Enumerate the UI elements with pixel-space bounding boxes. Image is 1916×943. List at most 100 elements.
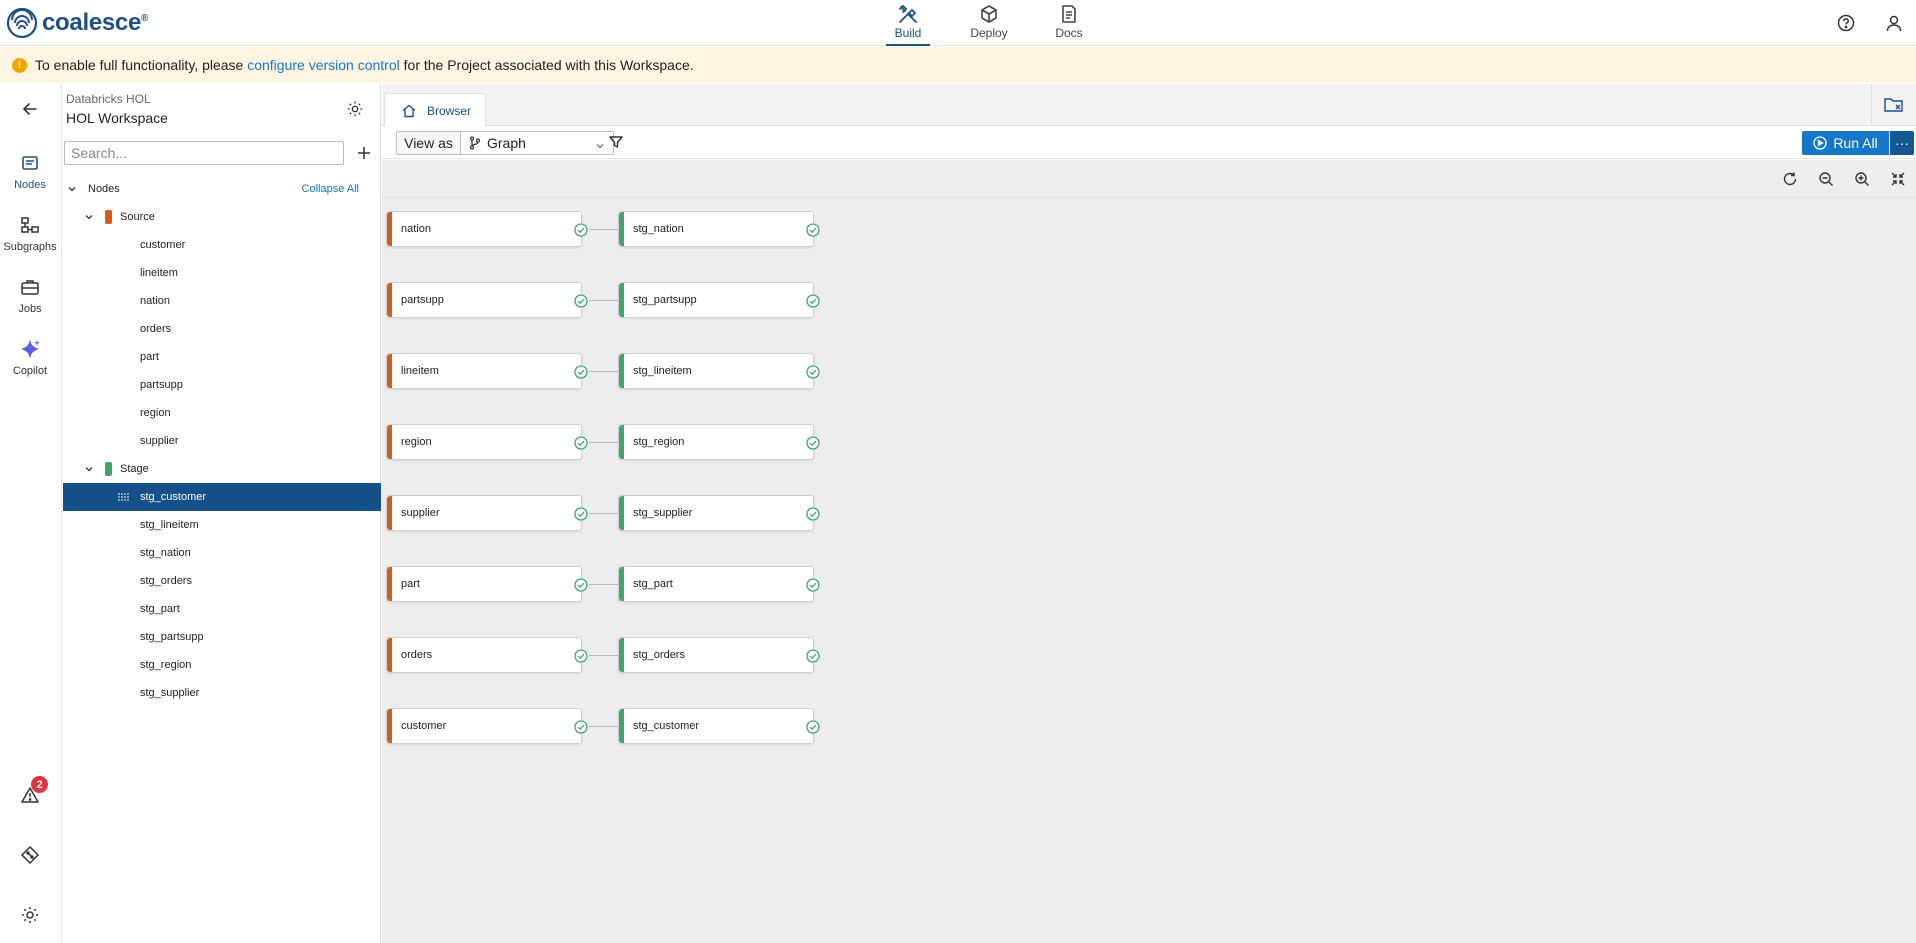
collapse-all-button[interactable]: Collapse All (302, 183, 359, 195)
docs-icon (1058, 2, 1080, 26)
tree-item[interactable]: stg_region (63, 651, 381, 679)
rail-git[interactable] (0, 842, 60, 871)
top-bar: coalesce® Build Deploy Docs (0, 0, 1916, 46)
play-circle-icon (1813, 136, 1827, 150)
graph-edge (589, 513, 618, 514)
nav-docs-label: Docs (1055, 26, 1083, 40)
rail-copilot[interactable]: Copilot (0, 336, 60, 377)
node-type-color-bar (619, 425, 624, 459)
tree-item[interactable]: part (63, 343, 381, 371)
tree-item[interactable]: stg_nation (63, 539, 381, 567)
tree-root-nodes[interactable]: Nodes Collapse All (63, 175, 381, 203)
tree-item[interactable]: orders (63, 315, 381, 343)
configure-version-control-link[interactable]: configure version control (247, 57, 400, 73)
tree-item[interactable]: supplier (63, 427, 381, 455)
graph-node-source[interactable]: nation (386, 211, 588, 247)
rail-problems[interactable] (0, 782, 60, 811)
graph-node-label: orders (401, 649, 433, 661)
help-icon[interactable] (1833, 10, 1859, 36)
tree-item[interactable]: stg_lineitem (63, 511, 381, 539)
rail-subgraphs[interactable]: Subgraphs (0, 212, 60, 253)
drag-handle-icon[interactable] (118, 493, 130, 501)
view-mode-dropdown[interactable]: Graph (461, 135, 613, 151)
user-icon[interactable] (1881, 10, 1907, 36)
run-all-button[interactable]: Run All (1802, 131, 1889, 155)
refresh-icon[interactable] (1780, 169, 1800, 189)
graph-node-label: stg_nation (633, 223, 684, 235)
graph-node-stage[interactable]: stg_nation (618, 211, 820, 247)
fit-to-screen-icon[interactable] (1888, 169, 1908, 189)
graph-node-source[interactable]: orders (386, 637, 588, 673)
tab-browser-label: Browser (427, 103, 472, 118)
tree-group-stage[interactable]: Stage (63, 455, 381, 483)
tree-item-label: stg_orders (140, 575, 192, 587)
filter-icon[interactable] (608, 134, 624, 150)
banner-prefix: To enable full functionality, please (35, 57, 248, 73)
graph-node-stage[interactable]: stg_lineitem (618, 353, 820, 389)
tree-item[interactable]: partsupp (63, 371, 381, 399)
graph-canvas[interactable] (382, 160, 1916, 943)
nav-deploy[interactable]: Deploy (959, 2, 1019, 44)
node-type-color-bar (619, 283, 624, 317)
check-circle-icon (574, 294, 588, 308)
tree-item-label: stg_part (140, 603, 180, 615)
graph-branch-icon (469, 136, 481, 150)
folder-close-icon[interactable] (1871, 84, 1916, 126)
graph-node-source[interactable]: customer (386, 708, 588, 744)
graph-node-source[interactable]: partsupp (386, 282, 588, 318)
graph-node-stage[interactable]: stg_orders (618, 637, 820, 673)
workspace-settings-gear-icon[interactable] (346, 100, 364, 118)
nav-docs[interactable]: Docs (1039, 2, 1099, 44)
nodes-icon (20, 150, 40, 176)
git-icon (20, 842, 40, 868)
tree-item[interactable]: lineitem (63, 259, 381, 287)
graph-node-stage[interactable]: stg_part (618, 566, 820, 602)
tree-item[interactable]: stg_part (63, 595, 381, 623)
tree-item-label: stg_supplier (140, 687, 200, 699)
node-search-input[interactable] (64, 141, 344, 165)
add-node-plus-icon[interactable] (353, 142, 375, 164)
nav-build[interactable]: Build (878, 2, 938, 46)
graph-edge (589, 655, 618, 656)
tree-item[interactable]: stg_partsupp (63, 623, 381, 651)
left-rail: Nodes Subgraphs Jobs Copilot 2 (0, 84, 62, 943)
graph-node-label: nation (401, 223, 431, 235)
tree-item[interactable]: stg_supplier (63, 679, 381, 707)
tree-item-label: lineitem (140, 267, 178, 279)
tree-item-label: supplier (140, 435, 179, 447)
tree-item-label: stg_customer (140, 491, 207, 503)
tree-item-label: stg_nation (140, 547, 191, 559)
chevron-down-icon (83, 211, 95, 223)
graph-node-source[interactable]: region (386, 424, 588, 460)
check-circle-icon (574, 365, 588, 379)
run-more-options-button[interactable]: ··· (1890, 131, 1914, 155)
graph-node-stage[interactable]: stg_partsupp (618, 282, 820, 318)
zoom-in-icon[interactable] (1852, 169, 1872, 189)
graph-node-source[interactable]: supplier (386, 495, 588, 531)
briefcase-icon (20, 274, 40, 300)
graph-node-stage[interactable]: stg_customer (618, 708, 820, 744)
tree-item[interactable]: customer (63, 231, 381, 259)
graph-edge (589, 371, 618, 372)
tree-item[interactable]: nation (63, 287, 381, 315)
graph-node-stage[interactable]: stg_region (618, 424, 820, 460)
check-circle-icon (806, 223, 820, 237)
check-circle-icon (806, 294, 820, 308)
coalesce-logo-icon (6, 7, 38, 39)
rail-jobs[interactable]: Jobs (0, 274, 60, 315)
graph-node-stage[interactable]: stg_supplier (618, 495, 820, 531)
tree-item[interactable]: stg_orders (63, 567, 381, 595)
rail-back-button[interactable] (0, 96, 60, 125)
coalesce-logo[interactable]: coalesce® (6, 7, 148, 39)
rail-settings[interactable] (0, 902, 60, 931)
rail-nodes[interactable]: Nodes (0, 150, 60, 191)
zoom-out-icon[interactable] (1816, 169, 1836, 189)
graph-node-source[interactable]: lineitem (386, 353, 588, 389)
tree-item-selected[interactable]: stg_customer (63, 483, 381, 511)
graph-node-source[interactable]: part (386, 566, 588, 602)
graph-node-label: stg_customer (633, 720, 700, 732)
tree-group-source[interactable]: Source (63, 203, 381, 231)
tab-browser[interactable]: Browser (384, 93, 486, 127)
tree-item[interactable]: region (63, 399, 381, 427)
check-circle-icon (574, 436, 588, 450)
